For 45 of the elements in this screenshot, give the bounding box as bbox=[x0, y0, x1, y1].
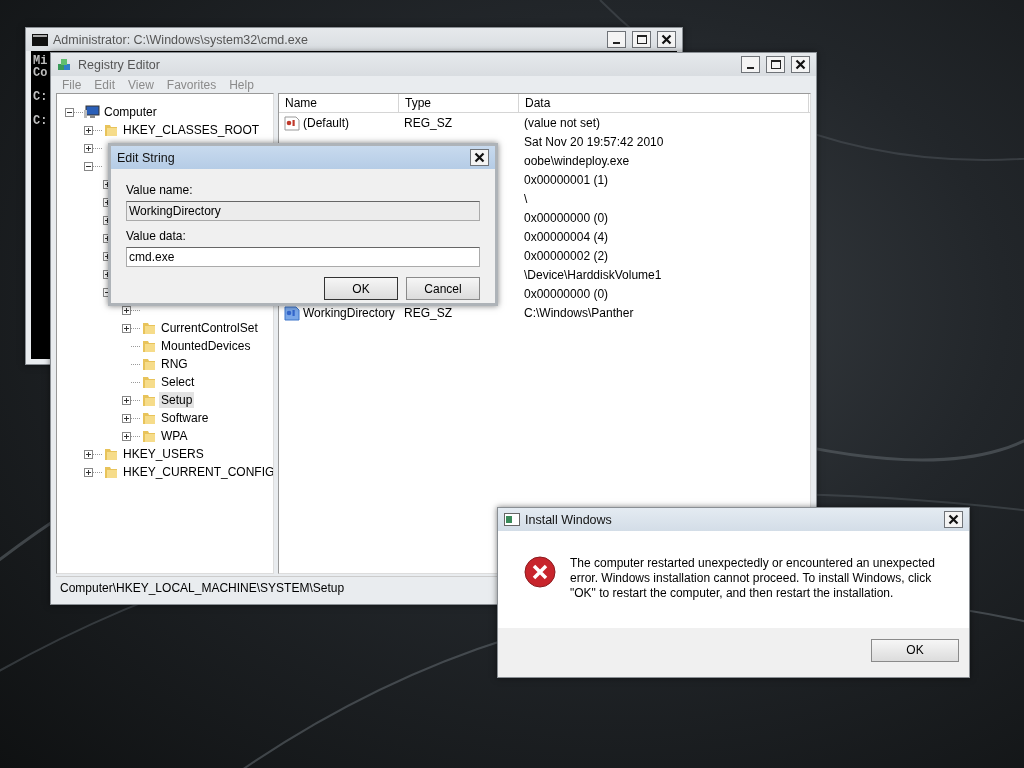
console-line: C: bbox=[33, 115, 48, 127]
column-header[interactable]: Type bbox=[399, 94, 519, 112]
tree-item[interactable]: Select bbox=[159, 374, 197, 390]
tree-item[interactable]: Computer bbox=[102, 104, 159, 120]
value-data: \Device\HarddiskVolume1 bbox=[524, 267, 662, 282]
value-data: Sat Nov 20 19:57:42 2010 bbox=[524, 134, 664, 149]
text-field[interactable]: cmd.exe bbox=[126, 247, 480, 267]
value-type: REG_SZ bbox=[404, 305, 452, 320]
tree-item[interactable]: HKEY_USERS bbox=[121, 446, 206, 462]
field-label: Value name: bbox=[126, 183, 194, 197]
dialog-title: Install Windows bbox=[525, 512, 613, 527]
value-data: 0x00000000 (0) bbox=[524, 286, 609, 301]
dialog-button[interactable]: Cancel bbox=[406, 277, 480, 300]
ok-button[interactable]: OK bbox=[871, 638, 959, 662]
value-data: C:\Windows\Panther bbox=[524, 305, 634, 320]
value-name[interactable]: WorkingDirectory bbox=[303, 305, 395, 320]
tree-item[interactable]: Setup bbox=[159, 392, 195, 408]
value-data: (value not set) bbox=[524, 115, 601, 130]
value-type: REG_SZ bbox=[404, 115, 452, 130]
value-data: 0x00000001 (1) bbox=[524, 172, 609, 187]
tree-item[interactable]: WPA bbox=[159, 428, 190, 444]
tree-item[interactable]: RNG bbox=[159, 356, 190, 372]
tree-item[interactable]: CurrentControlSet bbox=[159, 320, 260, 336]
console-line: Mi bbox=[33, 55, 48, 67]
field-label: Value data: bbox=[126, 229, 187, 243]
value-data: 0x00000004 (4) bbox=[524, 229, 609, 244]
console-line: C: bbox=[33, 91, 48, 103]
column-header[interactable]: Name bbox=[279, 94, 399, 112]
error-message: The computer restarted unexpectedly or encountered an unexpected error. Windows installation cannot proceed. To install Windows, click "OK" to restart the computer, and then restart the installation. bbox=[570, 556, 936, 602]
value-data: 0x00000002 (2) bbox=[524, 248, 609, 263]
window-title: Registry Editor bbox=[78, 57, 161, 72]
value-name[interactable]: (Default) bbox=[303, 115, 349, 130]
value-data: oobe\windeploy.exe bbox=[524, 153, 630, 168]
status-path: Computer\HKEY_LOCAL_MACHINE\SYSTEM\Setup bbox=[60, 581, 345, 595]
dialog-title: Edit String bbox=[117, 150, 176, 165]
tree-item[interactable]: MountedDevices bbox=[159, 338, 253, 354]
value-data: 0x00000000 (0) bbox=[524, 210, 609, 225]
column-header[interactable]: Data bbox=[519, 94, 809, 112]
tree-item[interactable]: HKEY_CLASSES_ROOT bbox=[121, 122, 262, 138]
tree-item[interactable]: HKEY_CURRENT_CONFIG bbox=[121, 464, 273, 480]
console-line: Co bbox=[33, 67, 48, 79]
value-data: \ bbox=[524, 191, 528, 206]
dialog-button[interactable]: OK bbox=[324, 277, 398, 300]
window-title: Administrator: C:\Windows\system32\cmd.exe bbox=[53, 32, 309, 47]
tree-item[interactable]: Software bbox=[159, 410, 211, 426]
